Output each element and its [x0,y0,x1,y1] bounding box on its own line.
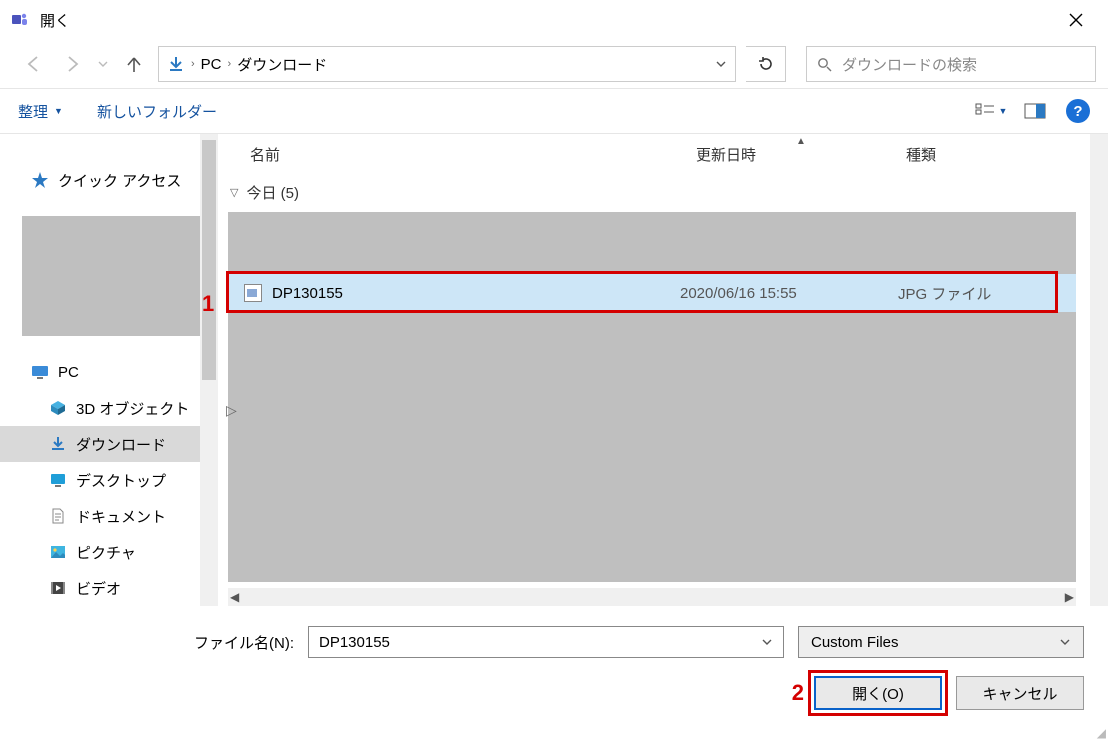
resize-grip-icon[interactable]: ◢ [1092,726,1106,740]
search-icon [817,57,832,72]
chevron-down-icon[interactable] [761,636,773,648]
sidebar-item-label: 3D オブジェクト [76,398,189,419]
pc-icon [30,363,50,381]
teams-icon [10,10,30,30]
file-list: DP130155 2020/06/16 15:55 JPG ファイル [228,212,1076,582]
refresh-button[interactable] [746,46,786,82]
file-list-area: 名前 ▲ 更新日時 種類 ▽ 今日 (5) DP130155 2020/06/1… [218,134,1090,606]
sidebar-pc[interactable]: PC [0,354,218,390]
file-name: DP130155 [272,285,343,302]
body: クイック アクセス PC 3D オブジェクト ダウンロード デスクトップ [0,134,1108,606]
sidebar-quick-access[interactable]: クイック アクセス [0,162,218,198]
cube-icon [48,399,68,417]
sidebar-scrollbar[interactable] [200,134,218,606]
column-headers: 名前 ▲ 更新日時 種類 [218,134,1090,174]
address-bar[interactable]: › PC › ダウンロード [158,46,736,82]
image-file-icon [244,284,262,302]
sidebar-item-label: ビデオ [76,578,121,599]
caret-down-icon: ▼ [999,106,1008,116]
sidebar-item-documents[interactable]: ドキュメント [0,498,218,534]
breadcrumb-current[interactable]: ダウンロード [237,54,327,75]
annotation-1: 1 [202,291,214,317]
caret-down-icon: ▼ [54,106,63,116]
sidebar: クイック アクセス PC 3D オブジェクト ダウンロード デスクトップ [0,134,218,606]
toolbar: 整理 ▼ 新しいフォルダー ▼ ? [0,88,1108,134]
filetype-value: Custom Files [811,634,899,651]
close-button[interactable] [1054,0,1098,40]
filetype-select[interactable]: Custom Files [798,626,1084,658]
nav-row: › PC › ダウンロード ダウンロードの検索 [0,40,1108,88]
sidebar-item-pictures[interactable]: ピクチャ [0,534,218,570]
sidebar-item-videos[interactable]: ビデオ [0,570,218,606]
chevron-down-icon[interactable] [1059,636,1071,648]
chevron-right-icon: › [191,58,195,70]
open-button[interactable]: 開く(O) [814,676,942,710]
annotation-2: 2 [792,680,804,706]
search-placeholder: ダウンロードの検索 [842,54,977,75]
help-button[interactable]: ? [1066,99,1090,123]
scroll-right-icon[interactable]: ▶ [1065,590,1074,604]
file-date: 2020/06/16 15:55 [680,285,898,302]
column-name[interactable]: 名前 [236,144,696,165]
filename-input[interactable]: DP130155 [308,626,784,658]
sidebar-item-3d[interactable]: 3D オブジェクト [0,390,218,426]
sidebar-item-desktop[interactable]: デスクトップ [0,462,218,498]
column-date-label: 更新日時 [696,144,756,165]
window-title: 開く [40,10,70,31]
chevron-down-icon: ▽ [230,186,238,199]
group-header-today[interactable]: ▽ 今日 (5) [218,174,1090,210]
title-bar: 開く [0,0,1108,40]
horizontal-scrollbar[interactable]: ◀ ▶ [228,588,1076,606]
preview-pane-button[interactable] [1018,98,1052,124]
sidebar-item-label: ドキュメント [76,506,166,527]
star-icon [30,171,50,189]
sidebar-item-label: ピクチャ [76,542,136,563]
forward-button[interactable] [58,50,86,78]
vertical-scrollbar[interactable] [1090,134,1108,606]
recent-dropdown[interactable] [96,50,110,78]
document-icon [48,507,68,525]
filename-label: ファイル名(N): [24,632,294,653]
pictures-icon [48,543,68,561]
file-type: JPG ファイル [898,283,1076,304]
sidebar-item-label: ダウンロード [76,434,166,455]
sort-asc-icon: ▲ [796,136,806,147]
search-input[interactable]: ダウンロードの検索 [806,46,1096,82]
chevron-right-icon[interactable]: ▷ [226,402,237,419]
group-label: 今日 (5) [246,182,299,203]
sidebar-preview-placeholder [22,216,210,336]
sidebar-item-label: クイック アクセス [58,170,181,191]
address-dropdown[interactable] [715,58,727,70]
scrollbar-thumb[interactable] [202,140,216,380]
file-row[interactable]: DP130155 2020/06/16 15:55 JPG ファイル [228,274,1076,312]
organize-label: 整理 [18,101,48,122]
new-folder-button[interactable]: 新しいフォルダー [97,101,217,122]
downloads-icon [167,55,185,73]
up-button[interactable] [120,50,148,78]
chevron-right-icon: › [228,58,232,70]
sidebar-item-label: デスクトップ [76,470,166,491]
sidebar-item-downloads[interactable]: ダウンロード [0,426,218,462]
view-mode-button[interactable]: ▼ [974,98,1008,124]
back-button[interactable] [20,50,48,78]
footer: ファイル名(N): DP130155 Custom Files 2 開く(O) … [0,606,1108,710]
filename-value: DP130155 [319,634,390,651]
organize-button[interactable]: 整理 ▼ [18,101,63,122]
column-date[interactable]: ▲ 更新日時 [696,144,906,165]
sidebar-item-label: PC [58,364,79,381]
videos-icon [48,579,68,597]
downloads-icon [48,435,68,453]
breadcrumb-root[interactable]: PC [201,56,222,73]
cancel-button[interactable]: キャンセル [956,676,1084,710]
column-type[interactable]: 種類 [906,144,1072,165]
scroll-left-icon[interactable]: ◀ [230,590,239,604]
desktop-icon [48,471,68,489]
